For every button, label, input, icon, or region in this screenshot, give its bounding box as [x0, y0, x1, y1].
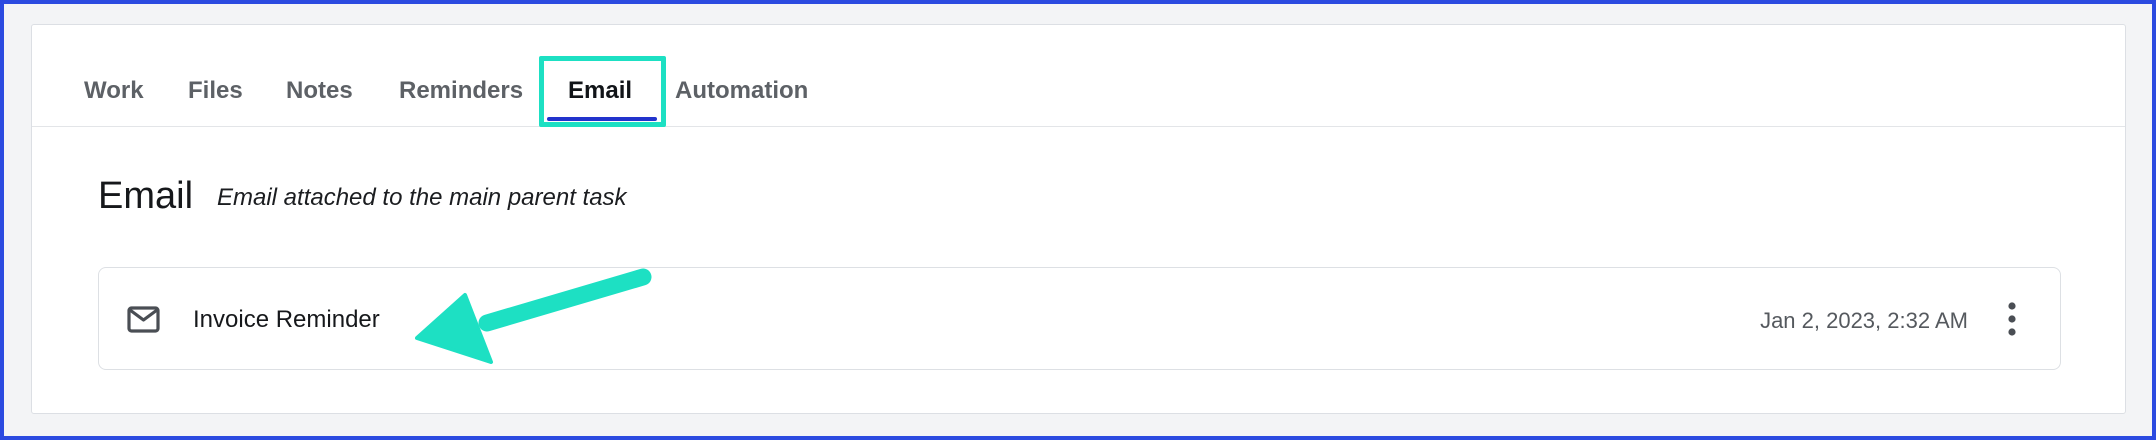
email-list-item[interactable]: Invoice Reminder Jan 2, 2023, 2:32 AM	[98, 267, 2061, 370]
email-date: Jan 2, 2023, 2:32 AM	[1760, 308, 1968, 333]
tab-reminders[interactable]: Reminders	[399, 77, 523, 105]
tab-notes[interactable]: Notes	[286, 77, 353, 105]
tab-files[interactable]: Files	[188, 77, 243, 105]
tab-work[interactable]: Work	[84, 77, 144, 105]
tab-automation[interactable]: Automation	[675, 77, 808, 105]
task-panel: Work Files Notes Reminders Email Automat…	[31, 24, 2126, 414]
mail-icon	[127, 306, 160, 333]
email-subject[interactable]: Invoice Reminder	[193, 306, 380, 334]
section-subtitle: Email attached to the main parent task	[217, 184, 627, 211]
screenshot-frame: Work Files Notes Reminders Email Automat…	[0, 0, 2156, 440]
tab-highlight-box	[539, 56, 666, 127]
section-title: Email	[98, 175, 194, 217]
more-vertical-icon[interactable]	[2004, 301, 2020, 337]
tab-bar: Work Files Notes Reminders Email Automat…	[32, 25, 2125, 127]
pointer-arrow-icon	[415, 268, 652, 364]
